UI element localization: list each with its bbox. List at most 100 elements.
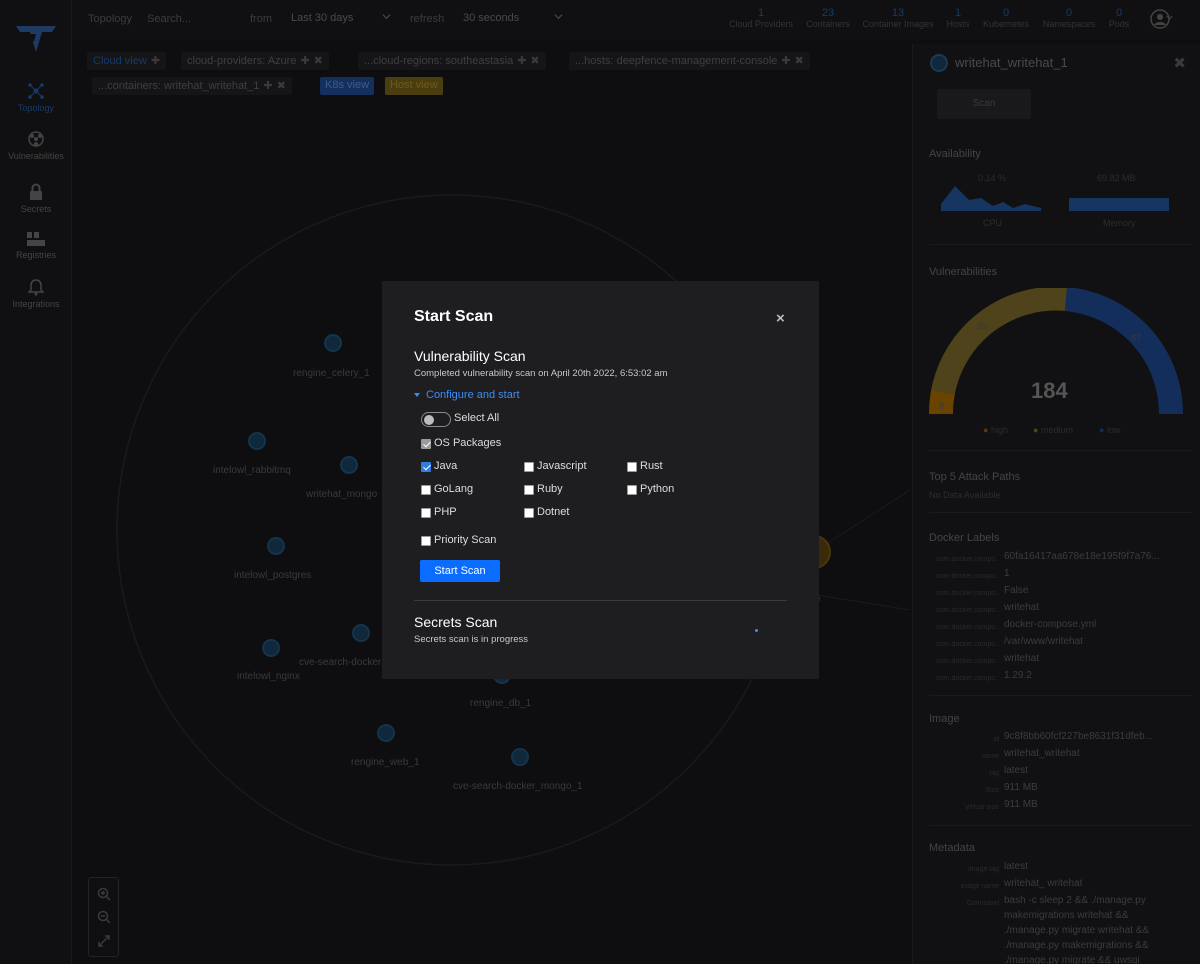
php-checkbox[interactable] — [421, 508, 431, 518]
k8s-view-button[interactable]: K8s view — [320, 77, 375, 95]
filter-chip[interactable]: ...containers: writehat_writehat_1 ✚ ✖ — [92, 77, 292, 95]
biohazard-icon — [28, 131, 44, 147]
metadata-value: makemigrations writehat && — [1004, 910, 1129, 921]
close-icon[interactable]: ✖ — [314, 55, 323, 67]
close-icon[interactable]: ✖ — [277, 80, 286, 92]
metadata-value: ./manage.py migrate && uwsgi — [1004, 955, 1140, 964]
topology-node[interactable] — [352, 624, 370, 642]
java-checkbox[interactable] — [421, 462, 431, 472]
page-title: Topology — [88, 13, 133, 25]
topology-node[interactable] — [262, 639, 280, 657]
filter-chip[interactable]: ...cloud-regions: southeastasia ✚ ✖ — [358, 52, 546, 70]
cloud-view-chip[interactable]: Cloud view ✚ — [87, 52, 167, 70]
close-icon[interactable]: ✖ — [1173, 54, 1186, 72]
label-value: False — [1004, 585, 1029, 596]
plus-icon[interactable]: ✚ — [781, 55, 790, 67]
priority-scan-label: Priority Scan — [434, 534, 497, 546]
label-key: com.docker.compo.. — [936, 556, 999, 563]
metadata-value: ./manage.py makemigrations && — [1004, 940, 1149, 951]
metadata-key: image tag — [968, 866, 999, 873]
javascript-checkbox[interactable] — [524, 462, 534, 472]
zoom-out-icon[interactable] — [97, 910, 111, 924]
vulnerabilities-heading: Vulnerabilities — [929, 266, 998, 278]
sidebar-item-vulnerabilities[interactable]: Vulnerabilities — [0, 130, 72, 161]
close-icon[interactable]: × — [776, 310, 785, 327]
scan-button[interactable]: Scan — [937, 89, 1031, 119]
topology-node[interactable] — [511, 748, 529, 766]
ruby-checkbox[interactable] — [524, 485, 534, 495]
host-view-button[interactable]: Host view — [385, 77, 443, 95]
java-label: Java — [434, 460, 458, 472]
close-icon[interactable]: ✖ — [530, 55, 539, 67]
plus-icon[interactable]: ✚ — [517, 55, 526, 67]
plus-icon[interactable]: ✚ — [151, 55, 160, 67]
sidebar-item-label: Registries — [15, 250, 56, 260]
golang-checkbox[interactable] — [421, 485, 431, 495]
topology-node[interactable] — [324, 334, 342, 352]
sidebar-item-secrets[interactable]: Secrets — [0, 183, 72, 214]
stat-container-images[interactable]: 13 Container Images — [858, 7, 938, 29]
topology-node[interactable] — [377, 724, 395, 742]
label-value: /var/www/writehat — [1004, 636, 1083, 647]
secrets-scan-status: Secrets scan is in progress — [414, 634, 529, 645]
close-icon[interactable]: ✖ — [795, 55, 804, 67]
metadata-value: writehat_ writehat — [1004, 878, 1083, 889]
start-scan-button[interactable]: Start Scan — [420, 560, 500, 582]
container-icon — [930, 54, 948, 72]
image-key: id — [993, 736, 999, 743]
image-key: name — [981, 753, 999, 760]
plus-icon[interactable]: ✚ — [263, 80, 272, 92]
zoom-controls — [88, 877, 119, 957]
sidebar-item-integrations[interactable]: Integrations — [0, 278, 72, 309]
secrets-scan-heading: Secrets Scan — [414, 614, 498, 630]
php-label: PHP — [434, 506, 457, 518]
vulnerability-total: 184 — [1031, 378, 1068, 403]
rust-checkbox[interactable] — [627, 462, 637, 472]
filter-chip[interactable]: ...hosts: deepfence-management-console ✚ ✖ — [569, 52, 810, 70]
search-input[interactable]: Search... — [147, 13, 191, 25]
os-packages-checkbox[interactable] — [421, 439, 431, 449]
stat-kubernetes[interactable]: 0 Kubernetes — [978, 7, 1034, 29]
label-key: com.docker.compo.. — [936, 590, 999, 597]
cpu-label: CPU — [983, 218, 1003, 228]
stat-hosts[interactable]: 1 Hosts — [942, 7, 974, 29]
topology-icon — [28, 83, 44, 99]
python-checkbox[interactable] — [627, 485, 637, 495]
configure-and-start-link[interactable]: Configure and start — [414, 389, 520, 401]
label-value: 1.29.2 — [1004, 670, 1032, 681]
stat-cloud-providers[interactable]: 1 Cloud Providers — [726, 7, 796, 29]
node-label: intelowl_rabbitmq — [213, 465, 291, 476]
fit-view-icon[interactable] — [97, 934, 111, 948]
plus-icon[interactable]: ✚ — [300, 55, 309, 67]
label-value: writehat — [1004, 602, 1040, 613]
topology-node[interactable] — [267, 537, 285, 555]
zoom-in-icon[interactable] — [97, 887, 111, 901]
refresh-interval-select[interactable]: 30 seconds — [463, 12, 519, 24]
legend-low: ● low — [1099, 425, 1121, 435]
chevron-down-icon[interactable] — [382, 12, 391, 21]
stat-containers[interactable]: 23 Containers — [801, 7, 855, 29]
time-range-select[interactable]: Last 30 days — [291, 12, 353, 24]
sidebar-item-topology[interactable]: Topology — [0, 82, 72, 113]
select-all-toggle[interactable] — [421, 412, 451, 427]
from-label: from — [250, 13, 272, 25]
high-count: 8 — [939, 401, 945, 411]
stat-namespaces[interactable]: 0 Namespaces — [1038, 7, 1100, 29]
toggle-knob — [424, 414, 434, 425]
sidebar-item-registries[interactable]: Registries — [0, 231, 72, 260]
sidebar: Topology Vulnerabilities Secrets Registr… — [0, 0, 72, 964]
chevron-down-icon[interactable] — [1166, 14, 1173, 21]
topology-node[interactable] — [340, 456, 358, 474]
filter-chip[interactable]: cloud-providers: Azure ✚ ✖ — [181, 52, 329, 70]
memory-bar — [1069, 198, 1169, 211]
topology-node[interactable] — [248, 432, 266, 450]
node-label: cve-search-docker — [299, 657, 382, 668]
dotnet-checkbox[interactable] — [524, 508, 534, 518]
chevron-down-icon[interactable] — [554, 12, 563, 21]
divider — [929, 512, 1193, 513]
memory-value: 69.82 MB — [1097, 173, 1136, 183]
deepfence-logo — [16, 26, 56, 52]
priority-scan-checkbox[interactable] — [421, 536, 431, 546]
stat-pods[interactable]: 0 Pods — [1104, 7, 1134, 29]
image-key: tag — [989, 770, 999, 777]
